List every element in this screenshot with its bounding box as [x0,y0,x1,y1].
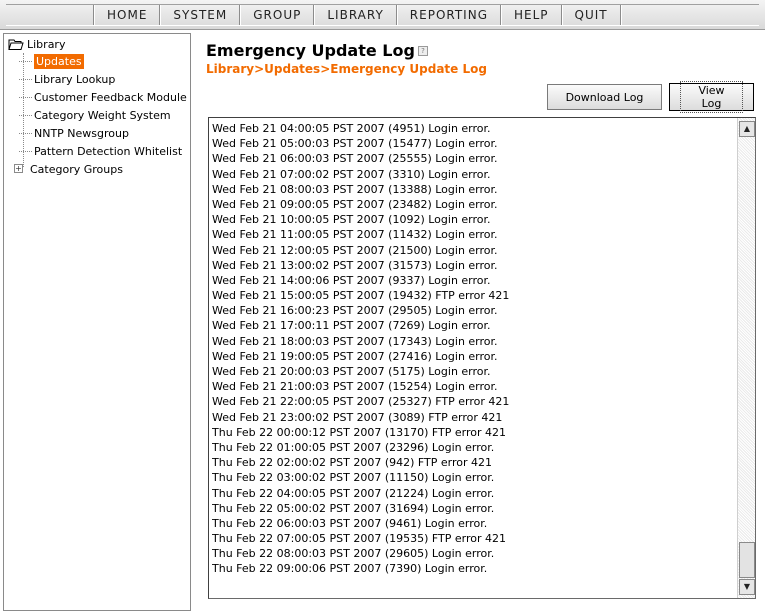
nav-system[interactable]: SYSTEM [160,5,241,25]
library-tree: Library Updates Library Lookup Customer … [8,37,187,178]
expand-icon[interactable]: + [14,164,23,173]
log-line: Wed Feb 21 15:00:05 PST 2007 (19432) FTP… [212,289,510,303]
nav-quit[interactable]: QUIT [561,5,621,25]
log-line: Wed Feb 21 08:00:03 PST 2007 (13388) Log… [212,182,498,196]
log-textarea[interactable]: Wed Feb 21 04:00:05 PST 2007 (4951) Logi… [208,117,756,599]
log-line: Wed Feb 21 17:00:11 PST 2007 (7269) Logi… [212,319,491,333]
log-line: Wed Feb 21 18:00:03 PST 2007 (17343) Log… [212,334,498,348]
log-line: Wed Feb 21 16:00:23 PST 2007 (29505) Log… [212,304,498,318]
scroll-down-icon[interactable]: ▼ [739,579,755,595]
sidebar-item-label: Library Lookup [34,72,116,86]
help-icon[interactable]: ? [417,45,428,56]
scroll-thumb[interactable] [739,542,755,578]
nav-fill [620,5,759,25]
sidebar-item-category-weight[interactable]: Category Weight System [8,106,187,124]
log-line: Thu Feb 22 07:00:05 PST 2007 (19535) FTP… [212,532,507,546]
sidebar-item-category-groups[interactable]: + Category Groups [8,160,187,178]
tree-root-library[interactable]: Library [8,37,187,52]
log-line: Thu Feb 22 02:00:02 PST 2007 (942) FTP e… [212,456,493,470]
log-line: Wed Feb 21 10:00:05 PST 2007 (1092) Logi… [212,213,491,227]
log-line: Wed Feb 21 07:00:02 PST 2007 (3310) Logi… [212,167,491,181]
log-line: Thu Feb 22 01:00:05 PST 2007 (23296) Log… [212,440,495,454]
nav-group[interactable]: GROUP [240,5,315,25]
sidebar-item-label: Category Groups [30,162,123,176]
log-line: Wed Feb 21 11:00:05 PST 2007 (11432) Log… [212,228,498,242]
breadcrumb[interactable]: Library>Updates>Emergency Update Log [206,62,487,76]
log-line: Wed Feb 21 21:00:03 PST 2007 (15254) Log… [212,380,498,394]
log-line: Wed Feb 21 14:00:06 PST 2007 (9337) Logi… [212,273,491,287]
log-scrollbar[interactable]: ▲ ▼ [737,118,755,598]
log-line: Wed Feb 21 23:00:02 PST 2007 (3089) FTP … [212,410,503,424]
download-log-button[interactable]: Download Log [547,84,662,110]
page-title-text: Emergency Update Log [206,41,415,60]
log-line: Thu Feb 22 06:00:03 PST 2007 (9461) Logi… [212,516,488,530]
log-line: Thu Feb 22 03:00:02 PST 2007 (11150) Log… [212,471,495,485]
sidebar-item-label: NNTP Newsgroup [34,126,129,140]
sidebar-item-pattern-whitelist[interactable]: Pattern Detection Whitelist [8,142,187,160]
nav-help[interactable]: HELP [501,5,562,25]
sidebar-item-label: Category Weight System [34,108,171,122]
log-line: Wed Feb 21 06:00:03 PST 2007 (25555) Log… [212,152,498,166]
scroll-up-icon[interactable]: ▲ [739,121,755,137]
log-line: Thu Feb 22 05:00:02 PST 2007 (31694) Log… [212,501,495,515]
sidebar-item-customer-feedback[interactable]: Customer Feedback Module [8,88,187,106]
page-title: Emergency Update Log ? [206,41,428,60]
nav-spacer [6,5,94,25]
log-line: Wed Feb 21 19:00:05 PST 2007 (27416) Log… [212,349,498,363]
sidebar: Library Updates Library Lookup Customer … [3,33,191,611]
nav-home[interactable]: HOME [94,5,161,25]
sidebar-item-nntp-newsgroup[interactable]: NNTP Newsgroup [8,124,187,142]
log-line: Thu Feb 22 08:00:03 PST 2007 (29605) Log… [212,547,495,561]
view-log-label: View Log [680,81,743,113]
log-line: Wed Feb 21 20:00:03 PST 2007 (5175) Logi… [212,365,491,378]
log-line: Wed Feb 21 09:00:05 PST 2007 (23482) Log… [212,197,498,211]
log-line: Thu Feb 22 04:00:05 PST 2007 (21224) Log… [212,486,495,500]
log-line: Thu Feb 22 09:00:06 PST 2007 (7390) Logi… [212,562,488,576]
sidebar-item-label: Updates [34,53,84,69]
log-content: Wed Feb 21 04:00:05 PST 2007 (4951) Logi… [212,121,732,595]
nav-bar: HOME SYSTEM GROUP LIBRARY REPORTING HELP… [6,4,759,26]
tree-root-label: Library [27,38,66,51]
log-line: Wed Feb 21 13:00:02 PST 2007 (31573) Log… [212,258,498,272]
log-line: Wed Feb 21 22:00:05 PST 2007 (25327) FTP… [212,395,510,409]
sidebar-item-label: Customer Feedback Module [34,90,187,104]
nav-reporting[interactable]: REPORTING [396,5,501,25]
sidebar-item-updates[interactable]: Updates [8,52,187,70]
view-log-button[interactable]: View Log [669,81,754,113]
sidebar-item-label: Pattern Detection Whitelist [34,144,183,158]
top-nav: HOME SYSTEM GROUP LIBRARY REPORTING HELP… [0,0,765,30]
log-line: Wed Feb 21 04:00:05 PST 2007 (4951) Logi… [212,122,491,135]
folder-icon [8,38,24,51]
log-line: Wed Feb 21 12:00:05 PST 2007 (21500) Log… [212,243,498,257]
log-line: Thu Feb 22 00:00:12 PST 2007 (13170) FTP… [212,425,507,439]
sidebar-item-library-lookup[interactable]: Library Lookup [8,70,187,88]
nav-library[interactable]: LIBRARY [314,5,397,25]
log-line: Wed Feb 21 05:00:03 PST 2007 (15477) Log… [212,137,498,151]
